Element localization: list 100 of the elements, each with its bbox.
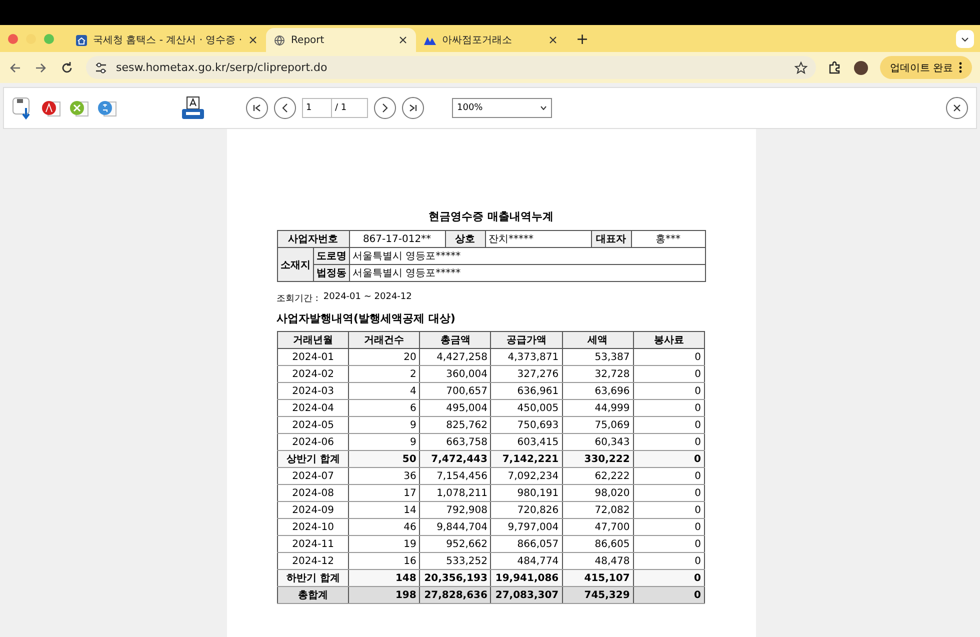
page-total: / 1: [332, 98, 368, 118]
table-cell: 총합계: [278, 586, 349, 604]
browser-tab[interactable]: 국세청 홈택스 - 계산서 · 영수증 ·: [68, 28, 266, 52]
label-cell: 대표자: [591, 230, 631, 248]
table-cell: 2024-11: [278, 536, 349, 552]
new-tab-button[interactable]: +: [576, 30, 589, 48]
table-cell: 0: [633, 382, 704, 400]
close-icon: [952, 103, 962, 113]
table-cell: 9: [348, 416, 420, 434]
column-header: 총금액: [420, 332, 491, 348]
value-cell: 867-17-012**: [349, 230, 445, 248]
mountain-icon: [424, 36, 436, 44]
table-cell: 72,082: [562, 502, 634, 518]
table-cell: 750,693: [490, 416, 562, 434]
more-icon: [959, 62, 962, 73]
previous-page-icon: [280, 103, 290, 113]
previous-page-button[interactable]: [274, 97, 296, 119]
site-settings-icon[interactable]: [94, 60, 108, 74]
browser-tab[interactable]: Report: [266, 28, 416, 52]
close-window-dot[interactable]: [8, 34, 18, 44]
value-cell: 서울특별시 영등포*****: [349, 264, 705, 282]
section-title: 사업자발행내역(발행세액공제 대상): [276, 311, 456, 326]
table-cell: 327,276: [490, 366, 562, 382]
table-cell: 2024-07: [278, 468, 349, 484]
first-page-button[interactable]: [246, 97, 268, 119]
tab-search-button[interactable]: [956, 30, 974, 48]
table-cell: 792,908: [420, 502, 491, 518]
table-cell: 19,941,086: [490, 570, 562, 586]
period-value: 2024-01 ~ 2024-12: [323, 292, 412, 304]
address-bar[interactable]: sesw.hometax.go.kr/serp/clipreport.do: [86, 56, 816, 79]
table-cell: 866,057: [490, 536, 562, 552]
forward-icon[interactable]: [34, 60, 48, 74]
label-cell: 상호: [445, 230, 485, 248]
table-cell: 0: [633, 536, 704, 552]
table-cell: 50: [348, 450, 420, 468]
column-header: 공급가액: [490, 332, 562, 348]
table-cell: 980,191: [490, 484, 562, 502]
close-icon[interactable]: [398, 35, 408, 45]
close-button[interactable]: [946, 97, 968, 119]
table-cell: 6: [348, 400, 420, 416]
next-page-button[interactable]: [374, 97, 396, 119]
period-label: 조회기간 :: [276, 293, 318, 305]
browser-tab[interactable]: 아싸점포거래소: [416, 28, 566, 52]
profile-avatar[interactable]: [854, 60, 868, 74]
table-cell: 148: [348, 570, 420, 586]
zoom-window-dot[interactable]: [44, 34, 54, 44]
puzzle-icon[interactable]: [828, 60, 842, 74]
close-icon[interactable]: [548, 35, 558, 45]
table-cell: 20,356,193: [420, 570, 491, 586]
table-cell: 44,999: [562, 400, 634, 416]
table-cell: 360,004: [420, 366, 491, 382]
table-cell: 4,427,258: [420, 348, 491, 366]
table-cell: 0: [633, 586, 704, 604]
caret-icon: [961, 36, 969, 42]
next-page-icon: [380, 103, 390, 113]
table-cell: 0: [633, 416, 704, 434]
table-cell: 198: [348, 586, 420, 604]
table-cell: 2024-10: [278, 518, 349, 536]
table-cell: 14: [348, 502, 420, 518]
table-cell: 0: [633, 570, 704, 586]
print-icon[interactable]: [180, 96, 206, 120]
table-cell: 2024-02: [278, 366, 349, 382]
table-cell: 0: [633, 484, 704, 502]
table-cell: 17: [348, 484, 420, 502]
table-cell: 0: [633, 468, 704, 484]
table-cell: 27,083,307: [490, 586, 562, 604]
table-cell: 53,387: [562, 348, 634, 366]
update-button[interactable]: 업데이트 완료: [880, 56, 972, 79]
table-cell: 19: [348, 536, 420, 552]
table-cell: 0: [633, 502, 704, 518]
table-cell: 47,700: [562, 518, 634, 536]
table-cell: 98,020: [562, 484, 634, 502]
globe-icon: [274, 34, 286, 46]
table-cell: 2024-05: [278, 416, 349, 434]
reload-icon[interactable]: [60, 60, 74, 74]
table-cell: 636,961: [490, 382, 562, 400]
zoom-select[interactable]: 100%: [452, 98, 552, 118]
label-cell: 도로명: [313, 248, 349, 264]
label-cell: 법정동: [313, 264, 349, 282]
table-cell: 450,005: [490, 400, 562, 416]
last-page-icon: [408, 103, 418, 113]
table-cell: 4,373,871: [490, 348, 562, 366]
label-cell: 사업자번호: [277, 230, 349, 248]
table-cell: 상반기 합계: [278, 450, 349, 468]
last-page-button[interactable]: [402, 97, 424, 119]
table-cell: 700,657: [420, 382, 491, 400]
table-cell: 495,004: [420, 400, 491, 416]
table-cell: 7,154,456: [420, 468, 491, 484]
table-cell: 63,696: [562, 382, 634, 400]
star-icon[interactable]: [794, 60, 808, 74]
table-cell: 46: [348, 518, 420, 536]
back-icon[interactable]: [8, 60, 22, 74]
close-icon[interactable]: [248, 35, 258, 45]
table-cell: 825,762: [420, 416, 491, 434]
page-number-field[interactable]: 1: [302, 98, 332, 118]
pdf-icon[interactable]: [40, 98, 62, 118]
table-cell: 9,797,004: [490, 518, 562, 536]
table-cell: 7,472,443: [420, 450, 491, 468]
table-cell: 2024-08: [278, 484, 349, 502]
table-cell: 0: [633, 518, 704, 536]
